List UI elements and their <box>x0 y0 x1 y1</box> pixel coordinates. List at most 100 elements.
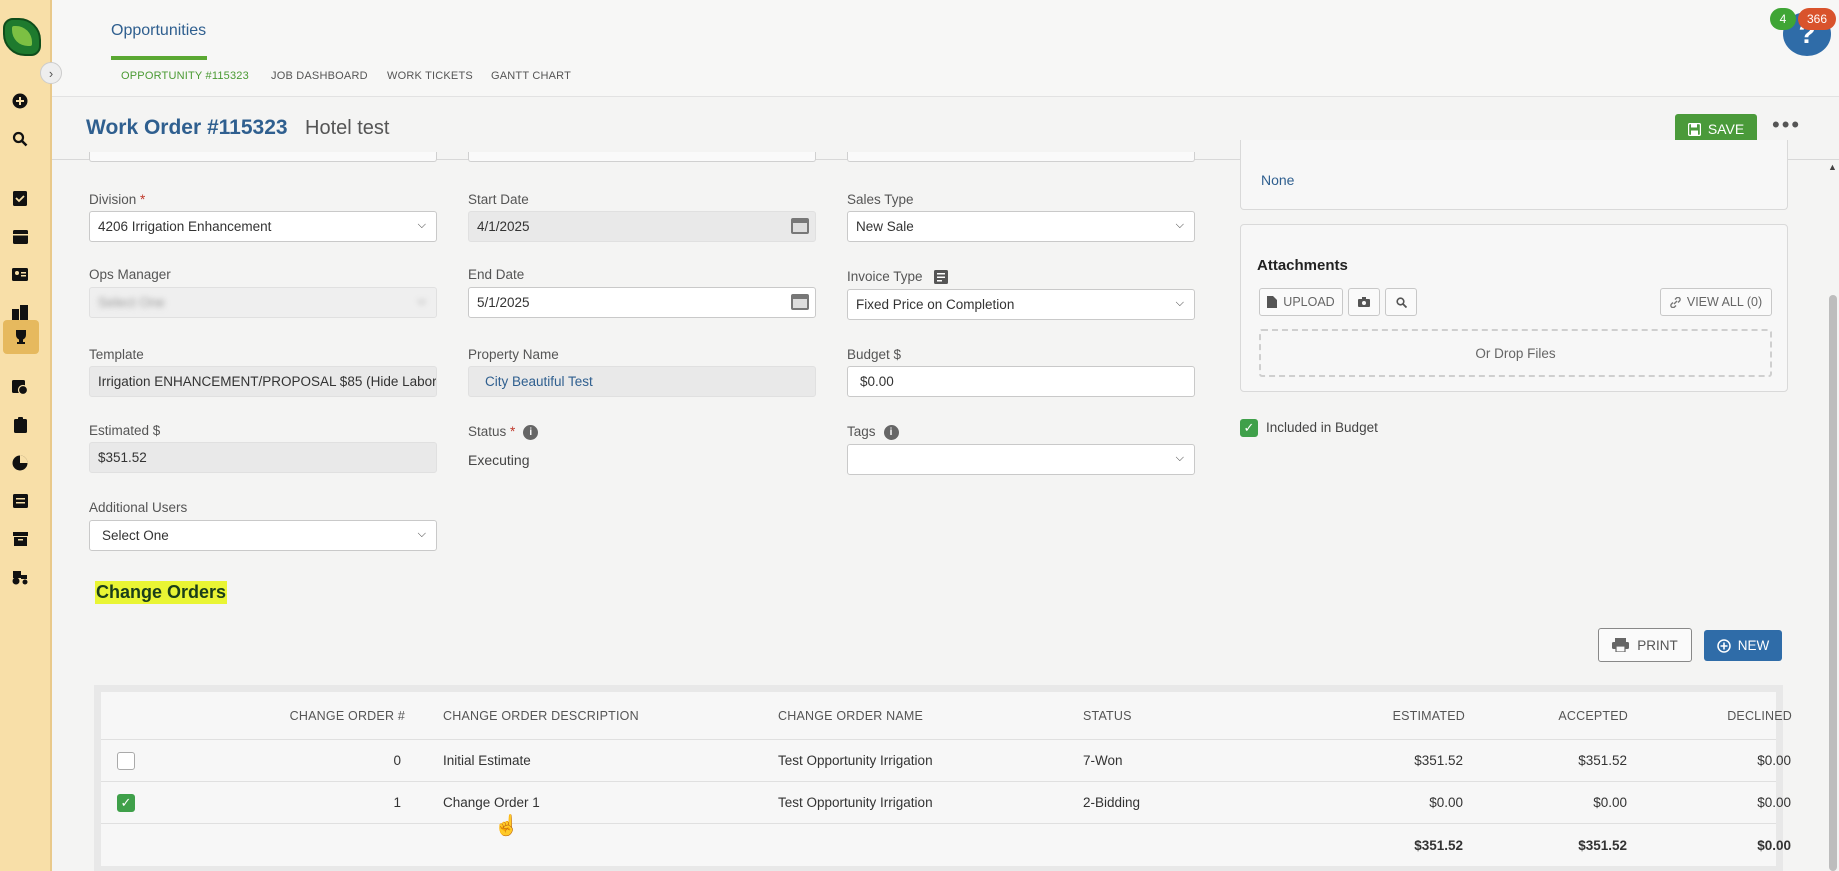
print-button[interactable]: PRINT <box>1598 628 1692 662</box>
budget-input[interactable]: $0.00 <box>847 366 1195 397</box>
contacts-icon[interactable] <box>0 259 40 289</box>
none-text: None <box>1261 172 1295 188</box>
additional-users-value: Select One <box>102 528 169 543</box>
end-date-value: 5/1/2025 <box>477 295 530 310</box>
column-header-description[interactable]: CHANGE ORDER DESCRIPTION <box>443 692 639 739</box>
calendar-icon[interactable] <box>791 294 809 310</box>
notification-badge-red[interactable]: 366 <box>1798 8 1836 30</box>
tab-opportunity[interactable]: OPPORTUNITY #115323 <box>121 70 249 82</box>
property-name-link[interactable]: City Beautiful Test <box>485 374 593 389</box>
row-checkbox[interactable] <box>117 752 135 770</box>
new-label: NEW <box>1737 638 1770 653</box>
budget-label: Budget $ <box>847 347 902 362</box>
column-header-name[interactable]: CHANGE ORDER NAME <box>778 692 923 739</box>
table-totals-row: $351.52 $351.52 $0.00 <box>101 824 1791 866</box>
tab-gantt-chart[interactable]: GANTT CHART <box>491 70 571 82</box>
additional-users-select[interactable]: Select One ⌵ <box>89 520 437 551</box>
page-title: Work Order #115323 <box>86 116 288 139</box>
notification-badge-green[interactable]: 4 <box>1770 8 1796 30</box>
change-order-description: Initial Estimate <box>443 753 531 768</box>
invoice-type-select[interactable]: Fixed Price on Completion ⌵ <box>847 289 1195 320</box>
chevron-down-icon: ⌵ <box>417 295 426 307</box>
ops-manager-label: Ops Manager <box>89 267 171 282</box>
start-date-field[interactable]: 4/1/2025 <box>468 211 816 242</box>
change-order-number: 1 <box>393 795 401 810</box>
included-in-budget-checkbox[interactable]: ✓ <box>1240 419 1258 437</box>
trophy-icon[interactable] <box>3 320 39 354</box>
tractor-icon[interactable] <box>0 562 40 592</box>
sidebar-expand-button[interactable]: › <box>40 62 62 84</box>
change-orders-heading: Change Orders <box>95 581 228 604</box>
column-header-number[interactable]: CHANGE ORDER # <box>251 692 405 739</box>
change-order-status: 7-Won <box>1083 753 1123 768</box>
change-order-status: 2-Bidding <box>1083 795 1141 810</box>
section-title[interactable]: Opportunities <box>111 22 206 40</box>
search-icon[interactable] <box>0 124 40 154</box>
row-checkbox[interactable]: ✓ <box>117 794 135 812</box>
section-title-underline <box>111 56 207 60</box>
estimated-field: $351.52 <box>89 442 437 473</box>
vertical-scrollbar[interactable] <box>1829 295 1837 871</box>
drop-zone[interactable]: Or Drop Files <box>1259 329 1772 377</box>
archive-icon[interactable] <box>0 524 40 554</box>
cut-off-field <box>89 152 437 162</box>
additional-users-label: Additional Users <box>89 500 188 515</box>
tasks-icon[interactable] <box>0 183 40 213</box>
chevron-down-icon: ⌵ <box>417 528 426 540</box>
table-header-row: CHANGE ORDER # CHANGE ORDER DESCRIPTION … <box>101 692 1792 740</box>
tab-job-dashboard[interactable]: JOB DASHBOARD <box>271 70 368 82</box>
ops-manager-select[interactable]: Select One ⌵ <box>89 287 437 318</box>
template-field[interactable]: Irrigation ENHANCEMENT/PROPOSAL $85 (Hid… <box>89 366 437 397</box>
tags-select[interactable]: ⌵ <box>847 444 1195 475</box>
invoice-type-value: Fixed Price on Completion <box>856 297 1015 312</box>
total-declined: $0.00 <box>1757 837 1791 853</box>
upload-file-icon <box>1267 296 1278 308</box>
invoice-type-icon[interactable] <box>934 270 949 285</box>
invoice-type-label: Invoice Type <box>847 269 949 285</box>
add-circle-icon <box>1717 638 1731 653</box>
add-icon[interactable] <box>0 86 40 116</box>
included-in-budget-label: Included in Budget <box>1266 420 1378 435</box>
pie-chart-icon[interactable] <box>0 448 40 478</box>
info-icon[interactable]: i <box>523 424 539 440</box>
list-icon[interactable] <box>0 486 40 516</box>
chevron-down-icon: ⌵ <box>417 219 426 231</box>
end-date-field[interactable]: 5/1/2025 <box>468 287 816 318</box>
camera-button[interactable] <box>1348 288 1380 316</box>
table-row[interactable]: 0 Initial Estimate Test Opportunity Irri… <box>101 740 1791 782</box>
property-name-label: Property Name <box>468 347 559 362</box>
chevron-down-icon: ⌵ <box>1175 297 1184 309</box>
clipboard-icon[interactable] <box>0 410 40 440</box>
schedule-icon[interactable] <box>0 372 40 402</box>
status-label: Status * i <box>468 424 539 440</box>
division-label: Division * <box>89 192 146 207</box>
table-row[interactable]: ✓ 1 Change Order 1 Test Opportunity Irri… <box>101 782 1791 824</box>
tags-label: Tags i <box>847 424 899 440</box>
division-select[interactable]: 4206 Irrigation Enhancement ⌵ <box>89 211 437 242</box>
view-all-button[interactable]: VIEW ALL (0) <box>1660 288 1772 316</box>
info-icon[interactable]: i <box>883 424 899 440</box>
page-subtitle: Hotel test <box>305 117 390 139</box>
upload-button[interactable]: UPLOAD <box>1259 288 1343 316</box>
search-attachments-button[interactable] <box>1385 288 1417 316</box>
new-change-order-button[interactable]: NEW <box>1704 630 1782 661</box>
template-value: Irrigation ENHANCEMENT/PROPOSAL $85 (Hid… <box>98 374 437 389</box>
more-options-icon[interactable]: ••• <box>1772 112 1801 138</box>
calendar-icon[interactable] <box>0 221 40 251</box>
cut-off-field <box>847 152 1195 162</box>
app-logo[interactable] <box>3 18 41 56</box>
calendar-icon[interactable] <box>791 218 809 234</box>
column-header-status[interactable]: STATUS <box>1083 692 1132 739</box>
sales-type-select[interactable]: New Sale ⌵ <box>847 211 1195 242</box>
save-icon <box>1687 122 1701 136</box>
hand-cursor-icon: ☝ <box>494 815 519 837</box>
printer-icon <box>1612 638 1630 652</box>
tab-work-tickets[interactable]: WORK TICKETS <box>387 70 473 82</box>
camera-icon <box>1358 297 1370 307</box>
chevron-down-icon: ⌵ <box>1175 452 1184 464</box>
property-name-field[interactable]: City Beautiful Test <box>468 366 816 397</box>
scroll-up-icon[interactable]: ▲ <box>1828 162 1837 172</box>
column-header-declined[interactable]: DECLINED <box>1528 692 1792 739</box>
estimated-value: $351.52 <box>98 450 147 465</box>
change-order-description: Change Order 1 <box>443 795 540 810</box>
